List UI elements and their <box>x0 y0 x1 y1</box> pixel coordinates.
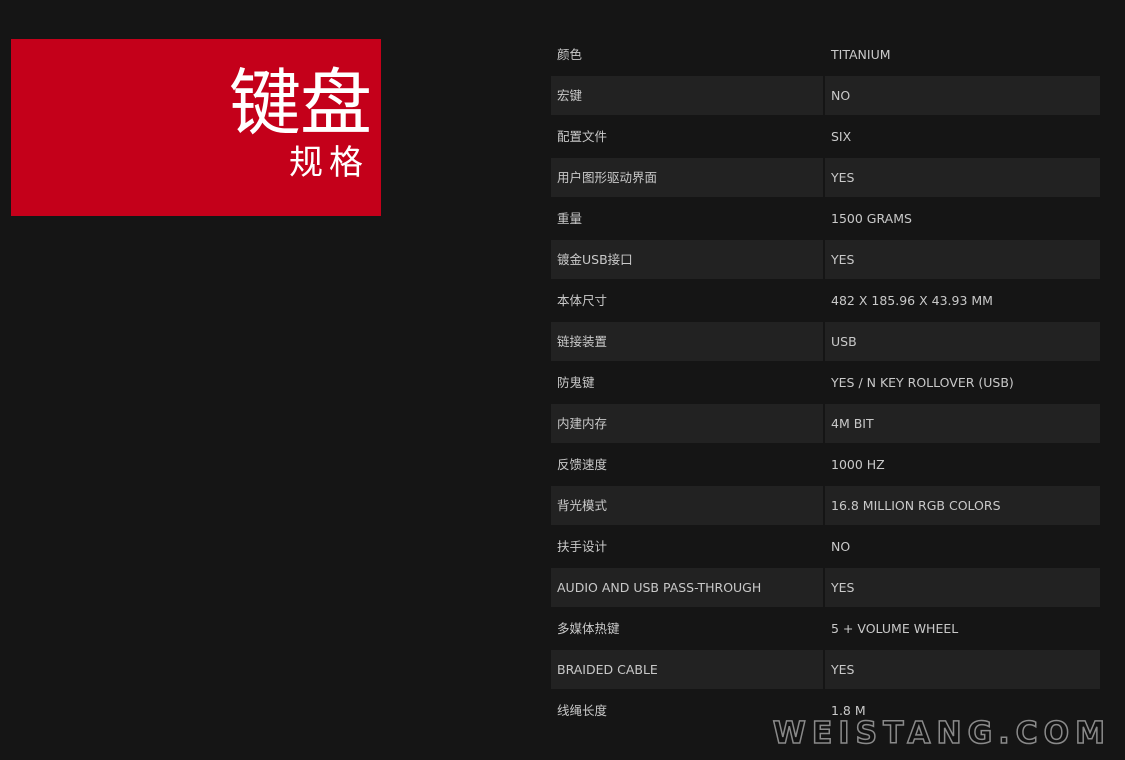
spec-label: 背光模式 <box>551 486 823 525</box>
spec-label: 宏键 <box>551 76 823 115</box>
spec-row: 用户图形驱动界面 YES <box>551 158 1100 199</box>
spec-label: 多媒体热键 <box>557 621 620 636</box>
spec-label: 用户图形驱动界面 <box>551 158 823 197</box>
page-title: 键盘 <box>228 61 372 145</box>
spec-value: 1000 HZ <box>831 457 885 472</box>
spec-row: 防鬼键 YES / N KEY ROLLOVER (USB) <box>551 363 1100 404</box>
spec-row: 重量 1500 GRAMS <box>551 199 1100 240</box>
spec-row: 扶手设计 NO <box>551 527 1100 568</box>
spec-row: 颜色 TITANIUM <box>551 35 1100 76</box>
spec-value: SIX <box>831 129 852 144</box>
spec-value: 4M BIT <box>825 404 1100 443</box>
spec-row: 配置文件 SIX <box>551 117 1100 158</box>
spec-value: NO <box>831 539 851 554</box>
spec-value: YES <box>825 158 1100 197</box>
spec-value: USB <box>825 322 1100 361</box>
spec-row: 宏键 NO <box>551 76 1100 117</box>
spec-value: YES <box>825 650 1100 689</box>
spec-label: 配置文件 <box>557 129 608 144</box>
spec-row: 本体尺寸 482 X 185.96 X 43.93 MM <box>551 281 1100 322</box>
spec-label: BRAIDED CABLE <box>551 650 823 689</box>
watermark: WEISTANG.COM <box>772 715 1111 752</box>
spec-value: NO <box>825 76 1100 115</box>
spec-row: AUDIO AND USB PASS-THROUGH YES <box>551 568 1100 609</box>
spec-value: TITANIUM <box>831 47 891 62</box>
spec-label: 镀金USB接口 <box>551 240 823 279</box>
spec-label: 反馈速度 <box>557 457 608 472</box>
spec-value: 5 + VOLUME WHEEL <box>831 621 959 636</box>
spec-label: 本体尺寸 <box>557 293 608 308</box>
spec-table: 颜色 TITANIUM 宏键 NO 配置文件 SIX 用户图形驱动界面 YES … <box>551 35 1100 732</box>
spec-value: 482 X 185.96 X 43.93 MM <box>831 293 993 308</box>
spec-label: 重量 <box>557 211 583 226</box>
spec-row: 背光模式 16.8 MILLION RGB COLORS <box>551 486 1100 527</box>
spec-label: 防鬼键 <box>557 375 595 390</box>
spec-row: 多媒体热键 5 + VOLUME WHEEL <box>551 609 1100 650</box>
spec-value: YES / N KEY ROLLOVER (USB) <box>831 375 1014 390</box>
spec-value: 16.8 MILLION RGB COLORS <box>825 486 1100 525</box>
spec-row: 内建内存 4M BIT <box>551 404 1100 445</box>
spec-label: 扶手设计 <box>557 539 608 554</box>
spec-label: 链接装置 <box>551 322 823 361</box>
spec-row: 反馈速度 1000 HZ <box>551 445 1100 486</box>
spec-value: 1500 GRAMS <box>831 211 912 226</box>
spec-row: 镀金USB接口 YES <box>551 240 1100 281</box>
spec-row: BRAIDED CABLE YES <box>551 650 1100 691</box>
spec-row: 链接装置 USB <box>551 322 1100 363</box>
spec-label: 颜色 <box>557 47 583 62</box>
spec-value: YES <box>825 240 1100 279</box>
spec-label: AUDIO AND USB PASS-THROUGH <box>551 568 823 607</box>
spec-value: YES <box>825 568 1100 607</box>
title-banner: 键盘 规格 <box>11 39 381 216</box>
page-subtitle: 规格 <box>289 143 369 183</box>
spec-label: 内建内存 <box>551 404 823 443</box>
